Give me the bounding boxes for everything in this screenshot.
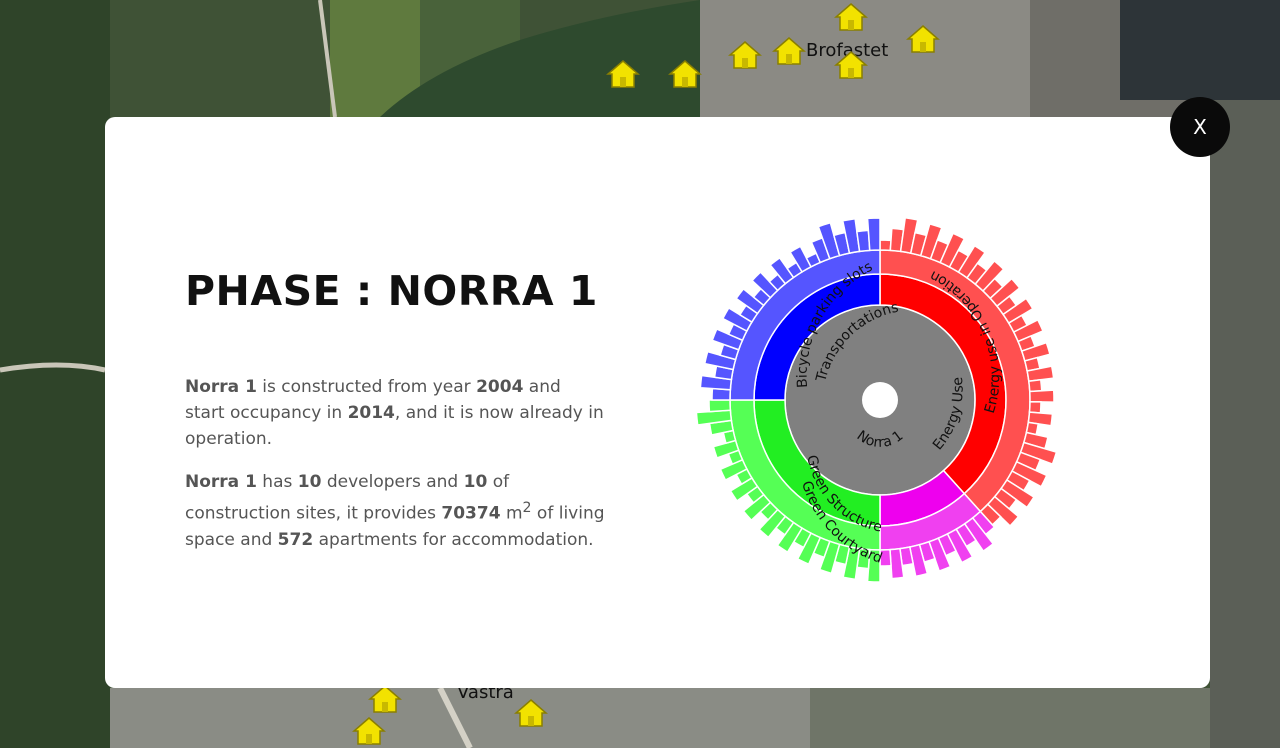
leaf-segment[interactable] [856, 229, 871, 253]
leaf-segment[interactable] [708, 399, 732, 413]
leaf-segment[interactable] [1028, 401, 1042, 414]
house-marker-icon[interactable] [368, 684, 402, 714]
phase-title: PHASE : NORRA 1 [185, 267, 598, 315]
summary-text: apartments for accommodation. [313, 529, 594, 550]
leaf-segment[interactable] [1027, 378, 1043, 393]
occupancy-year: 2014 [347, 403, 395, 423]
development-summary: Norra 1 has 10 developers and 10 of cons… [185, 469, 605, 553]
sunburst-chart[interactable]: Norra 1 Energy Use Energy use in Operati… [690, 215, 1070, 595]
house-marker-icon[interactable] [352, 716, 386, 746]
leaf-segment[interactable] [879, 239, 892, 252]
summary-text: is constructed from year [256, 377, 477, 397]
house-marker-icon[interactable] [772, 36, 806, 66]
house-marker-icon[interactable] [514, 698, 548, 728]
area-unit-exponent: 2 [522, 500, 532, 516]
phase-name: Norra 1 [185, 377, 257, 397]
center-hole [862, 382, 898, 418]
living-area: 70374 [441, 503, 501, 524]
leaf-segment[interactable] [866, 217, 881, 252]
house-marker-icon[interactable] [906, 24, 940, 54]
house-marker-icon[interactable] [728, 40, 762, 70]
apartment-count: 572 [277, 529, 314, 550]
construction-summary: Norra 1 is constructed from year 2004 an… [185, 374, 605, 452]
start-year: 2004 [476, 377, 524, 397]
phase-info-modal: PHASE : NORRA 1 Norra 1 is constructed f… [105, 117, 1210, 688]
house-marker-icon[interactable] [668, 59, 702, 89]
summary-text: developers and [321, 472, 464, 492]
phase-name: Norra 1 [185, 472, 257, 492]
house-marker-icon[interactable] [834, 50, 868, 80]
site-count: 10 [463, 472, 488, 492]
developer-count: 10 [297, 472, 322, 492]
close-button[interactable]: X [1170, 97, 1230, 157]
summary-text: has [256, 472, 298, 492]
house-marker-icon[interactable] [834, 2, 868, 32]
leaf-segment[interactable] [1028, 389, 1055, 403]
area-unit: m [500, 503, 523, 524]
house-marker-icon[interactable] [606, 59, 640, 89]
